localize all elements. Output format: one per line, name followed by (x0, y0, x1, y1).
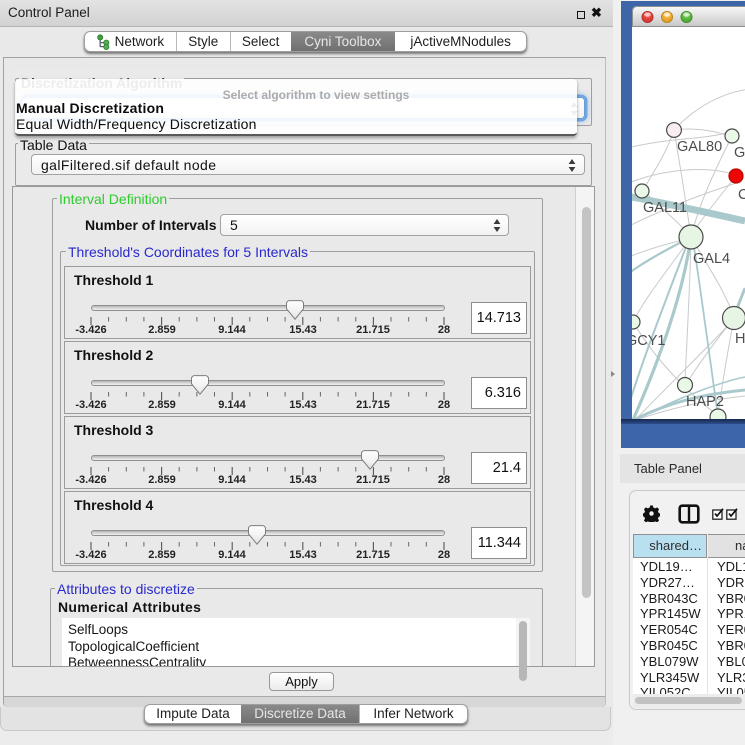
svg-text:C: C (738, 187, 745, 203)
svg-text:HAP2: HAP2 (686, 394, 724, 410)
svg-text:GAL4: GAL4 (693, 251, 730, 267)
svg-text:GA: GA (734, 145, 745, 161)
svg-text:GCY1: GCY1 (632, 333, 666, 349)
svg-text:GAL11: GAL11 (643, 200, 687, 216)
svg-text:GAL80: GAL80 (677, 139, 722, 155)
svg-text:H: H (735, 331, 745, 347)
